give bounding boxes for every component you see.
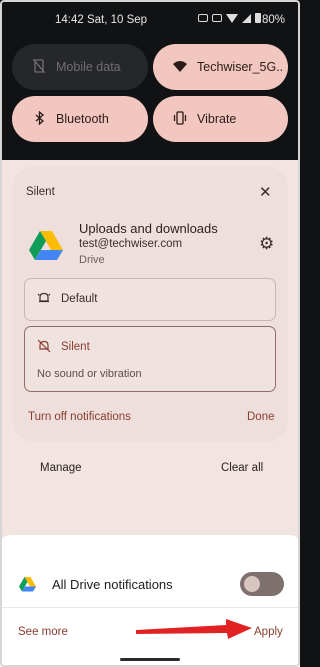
tile-mobile-data[interactable]: Mobile data <box>12 44 148 90</box>
tile-label: Bluetooth <box>56 112 109 126</box>
google-drive-icon <box>29 231 63 260</box>
channel-name: Uploads and downloads <box>79 221 218 236</box>
bell-ringing-icon <box>37 291 51 308</box>
signal-icon <box>242 13 251 23</box>
wifi-icon <box>169 60 191 75</box>
nfc-icon <box>198 14 208 22</box>
google-drive-small-icon <box>19 577 36 592</box>
option-silent-description: No sound or vibration <box>37 368 142 380</box>
close-icon[interactable]: ✕ <box>259 183 272 201</box>
tile-label: Vibrate <box>197 112 237 126</box>
option-default[interactable]: Default <box>24 278 276 321</box>
bell-off-icon <box>37 339 51 356</box>
battery-icon <box>255 13 261 23</box>
option-silent[interactable]: Silent No sound or vibration <box>24 326 276 392</box>
gesture-nav-bar <box>120 658 180 661</box>
manage-button[interactable]: Manage <box>40 462 82 474</box>
tile-label: Mobile data <box>56 60 121 74</box>
tile-bluetooth[interactable]: Bluetooth <box>12 96 148 142</box>
wifi-status-icon <box>226 13 238 23</box>
vibrate-icon <box>169 110 191 128</box>
see-more-button[interactable]: See more <box>18 626 68 638</box>
mobile-data-off-icon <box>28 58 50 76</box>
option-default-label: Default <box>61 293 98 305</box>
all-drive-notifications-label: All Drive notifications <box>52 577 173 592</box>
panel-title: Silent <box>26 186 55 198</box>
gear-icon[interactable]: ⚙ <box>259 234 274 254</box>
tile-wifi[interactable]: Techwiser_5G.. <box>153 44 288 90</box>
drive-notifications-sheet: All Drive notifications See more Apply <box>0 535 300 667</box>
option-silent-label: Silent <box>61 341 90 353</box>
status-time-date: 14:42 Sat, 10 Sep <box>55 14 148 26</box>
bluetooth-icon <box>28 110 50 128</box>
turn-off-notifications-link[interactable]: Turn off notifications <box>28 411 131 423</box>
status-icons <box>198 13 261 23</box>
done-button[interactable]: Done <box>247 411 275 423</box>
all-drive-notifications-toggle[interactable] <box>240 572 284 596</box>
toggle-knob <box>244 576 260 592</box>
sheet-divider <box>0 607 300 608</box>
battery-percent: 80% <box>262 14 286 26</box>
status-bar: 14:42 Sat, 10 Sep 80% <box>0 10 300 30</box>
apply-button[interactable]: Apply <box>254 626 283 638</box>
clear-all-button[interactable]: Clear all <box>221 462 263 474</box>
app-name: Drive <box>79 254 105 266</box>
tile-label: Techwiser_5G.. <box>197 60 284 74</box>
tile-vibrate[interactable]: Vibrate <box>153 96 288 142</box>
account-email: test@techwiser.com <box>79 238 183 250</box>
vibrate-status-icon <box>212 14 222 22</box>
red-arrow-annotation <box>136 619 252 639</box>
channel-settings-panel: Silent ✕ Uploads and downloads test@tech… <box>12 166 288 442</box>
